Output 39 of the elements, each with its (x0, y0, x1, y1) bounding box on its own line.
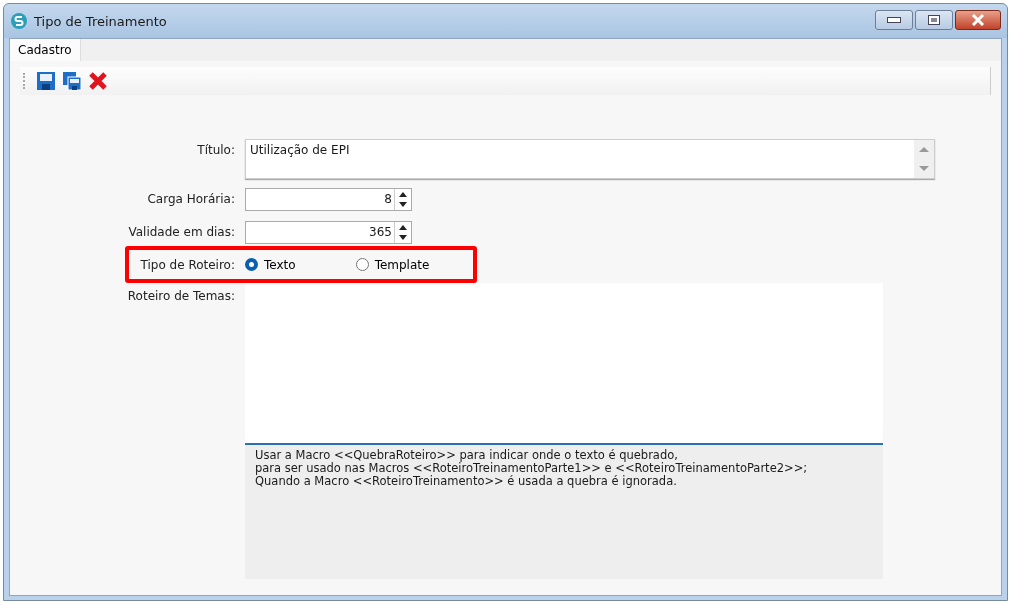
field-value: 8 (383, 191, 393, 208)
maximize-button[interactable] (915, 10, 953, 30)
maximize-icon (928, 15, 940, 25)
close-icon (971, 14, 985, 26)
field-label: Roteiro de Temas: (126, 288, 235, 303)
help-text: Quando a Macro <<RoteiroTreinamento>> é usada a quebra é ignorada. (255, 475, 678, 488)
field-value: Utilização de EPI (249, 142, 351, 159)
radio-button[interactable]: Texto (245, 257, 296, 272)
toolbar-grip (23, 73, 27, 89)
minimize-icon (887, 17, 901, 23)
minimize-button[interactable] (875, 10, 913, 30)
field-label: Validade em dias: (127, 224, 235, 239)
field-value: 365 (368, 224, 393, 241)
number-field[interactable]: 365 (245, 221, 412, 244)
radio-button[interactable]: Template (355, 257, 430, 272)
close-button[interactable] (955, 10, 1001, 30)
help-text: Usar a Macro <<QuebraRoteiro>> para indicar onde o texto é quebrado, (255, 449, 678, 462)
radio-circle[interactable] (245, 258, 258, 271)
help-text: para ser usado nas Macros <<RoteiroTreinamentoParte1>> e <<RoteiroTreinamentoParte2>>; (255, 462, 809, 475)
x-mark-icon (88, 71, 108, 91)
delete-button[interactable] (87, 70, 109, 92)
spin-down-icon[interactable] (399, 202, 407, 208)
window-title: Tipo de Treinamento (34, 13, 168, 29)
app-icon (10, 12, 28, 30)
save-button[interactable] (35, 70, 57, 92)
stacked-floppy-disks-icon (62, 71, 82, 91)
radio-label: Template (374, 257, 430, 272)
field-label: Carga Horária: (146, 191, 235, 206)
spin-up-icon[interactable] (399, 191, 407, 197)
spin-up-icon[interactable] (399, 224, 407, 230)
field-label: Título: (196, 142, 235, 157)
number-field[interactable]: 8 (245, 188, 412, 211)
title-field[interactable]: Utilização de EPI (245, 139, 935, 179)
field-label: Tipo de Roteiro: (139, 257, 235, 272)
spin-down-icon[interactable] (399, 235, 407, 241)
save-copy-button[interactable] (61, 70, 83, 92)
radio-label: Texto (264, 257, 296, 272)
radio-circle[interactable] (355, 258, 369, 271)
tab[interactable]: Cadastro (10, 39, 81, 61)
